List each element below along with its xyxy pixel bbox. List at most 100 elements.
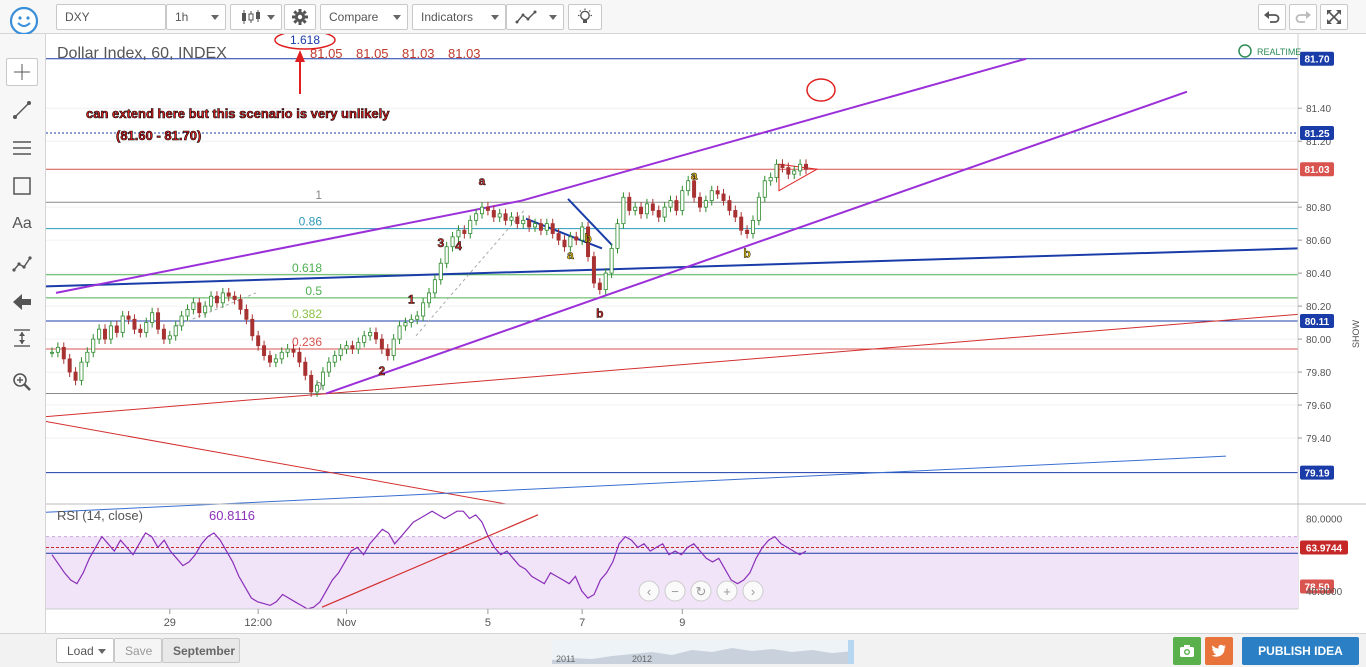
compare-button[interactable]: Compare xyxy=(320,4,408,30)
chevron-down-icon xyxy=(549,15,557,20)
price-chart[interactable]: 10.860.6180.50.3820.2360 1234ababab 81.4… xyxy=(45,30,1366,634)
candle-body xyxy=(462,229,467,234)
wave-label: 2 xyxy=(379,364,386,378)
rsi-pane[interactable]: 80.0000 40.0000 63.9744 RSI (14, close) 60.8… xyxy=(46,503,1366,610)
x-tick-label: 9 xyxy=(679,617,685,629)
candle-body xyxy=(756,196,761,221)
measure-icon xyxy=(14,329,30,347)
left-drawing-toolbar: Aa xyxy=(0,34,46,634)
y-tick-label: 80.40 xyxy=(1306,269,1331,280)
y-tick-label: 79.40 xyxy=(1306,434,1331,445)
chart-style-select[interactable] xyxy=(230,4,282,30)
candle-body xyxy=(727,200,732,211)
candle-body xyxy=(250,318,255,337)
candle-body xyxy=(474,213,479,221)
navigator-minimap[interactable]: 2011 2012 xyxy=(552,640,854,664)
fullscreen-icon xyxy=(1327,10,1341,24)
fib-tool[interactable] xyxy=(6,134,38,162)
fib-level-label: 0.236 xyxy=(292,335,322,349)
realtime-label: REALTIME xyxy=(1257,47,1301,57)
settings-button[interactable] xyxy=(284,4,316,30)
candle-body xyxy=(403,322,408,327)
candle-body xyxy=(438,262,443,281)
symbol-input[interactable]: DXY xyxy=(56,4,166,30)
indicators-button[interactable]: Indicators xyxy=(412,4,506,30)
x-tick-label: 29 xyxy=(164,617,176,629)
candle-body xyxy=(179,315,184,327)
pattern-tool[interactable] xyxy=(6,250,38,278)
crosshair-tool[interactable] xyxy=(6,58,38,86)
save-button[interactable]: Save xyxy=(114,638,162,663)
candle-body xyxy=(55,346,60,353)
interval-text: 1h xyxy=(175,10,189,24)
candle-body xyxy=(633,206,638,211)
interval-select[interactable]: 1h xyxy=(166,4,226,30)
rectangle-tool[interactable] xyxy=(6,172,38,200)
candle-body xyxy=(780,163,785,168)
candle-body xyxy=(350,345,355,350)
rsi-y-tick-label: 80.0000 xyxy=(1306,514,1343,525)
candle-body xyxy=(497,213,502,218)
candle-body xyxy=(550,223,555,234)
candle-body xyxy=(85,351,90,363)
fullscreen-button[interactable] xyxy=(1320,4,1348,30)
time-axis[interactable]: 29 12:00 Nov 5 7 9 xyxy=(46,608,1366,634)
candle-body xyxy=(591,256,596,284)
load-button[interactable]: Load xyxy=(56,638,114,663)
candle-body xyxy=(739,216,744,231)
navigator-window[interactable] xyxy=(848,640,854,664)
twitter-button[interactable] xyxy=(1205,637,1233,665)
snapshot-button[interactable] xyxy=(1173,637,1201,665)
period-button[interactable]: September xyxy=(162,638,240,663)
price-badge-label: 79.19 xyxy=(1304,469,1329,480)
redo-button[interactable] xyxy=(1289,4,1317,30)
fib-level-label: 0.86 xyxy=(299,215,323,229)
top-toolbar: DXY 1h Compare Indicators xyxy=(0,0,1366,34)
ohlc-low: 81.03 xyxy=(402,46,435,61)
zoom-tool[interactable] xyxy=(6,368,38,396)
candle-body xyxy=(167,335,172,340)
period-label: September xyxy=(173,643,236,658)
chart-area[interactable]: 10.860.6180.50.3820.2360 1234ababab 81.4… xyxy=(45,30,1366,634)
y-tick-label: 80.20 xyxy=(1306,302,1331,313)
symbol-text: DXY xyxy=(65,10,90,24)
smiley-logo-icon[interactable] xyxy=(8,5,40,37)
wave-label: a xyxy=(691,168,698,182)
show-panel-label[interactable]: SHOW xyxy=(1351,319,1361,348)
publish-idea-button[interactable]: PUBLISH IDEA xyxy=(1242,637,1359,665)
undo-button[interactable] xyxy=(1258,4,1286,30)
trendline-tool[interactable] xyxy=(6,96,38,124)
candle-body xyxy=(173,325,178,337)
candle-body xyxy=(373,332,378,340)
candle-body xyxy=(415,315,420,320)
pattern-icon xyxy=(12,256,32,272)
rsi-badge-label: 63.9744 xyxy=(1306,544,1343,555)
candle-body xyxy=(804,163,809,170)
candle-body xyxy=(185,309,190,317)
text-tool[interactable]: Aa xyxy=(6,210,38,238)
ideas-button[interactable] xyxy=(568,4,602,30)
candle-body xyxy=(432,279,437,294)
y-tick-label: 80.00 xyxy=(1306,335,1331,346)
measure-tool[interactable] xyxy=(6,324,38,352)
navigator-year-1: 2011 xyxy=(556,654,575,664)
candle-body xyxy=(50,351,55,354)
candle-body xyxy=(150,312,155,323)
arrow-tool[interactable] xyxy=(6,288,38,316)
price-badge-label: 81.70 xyxy=(1304,55,1329,66)
candle-body xyxy=(368,332,373,337)
candle-body xyxy=(203,305,208,314)
candle-body xyxy=(538,223,543,231)
y-tick-label: 80.80 xyxy=(1306,203,1331,214)
arrow-left-icon xyxy=(13,294,31,310)
candle-body xyxy=(574,236,579,241)
horizontal-lines-icon xyxy=(13,141,31,155)
drawing-templates-button[interactable] xyxy=(506,4,564,30)
fib-1618-label: 1.618 xyxy=(290,34,320,47)
candle-body xyxy=(491,210,496,218)
price-badge-label: 81.25 xyxy=(1304,129,1329,140)
candle-body xyxy=(67,358,72,373)
candle-body xyxy=(132,318,137,330)
candle-body xyxy=(703,200,708,208)
candle-body xyxy=(338,348,343,356)
